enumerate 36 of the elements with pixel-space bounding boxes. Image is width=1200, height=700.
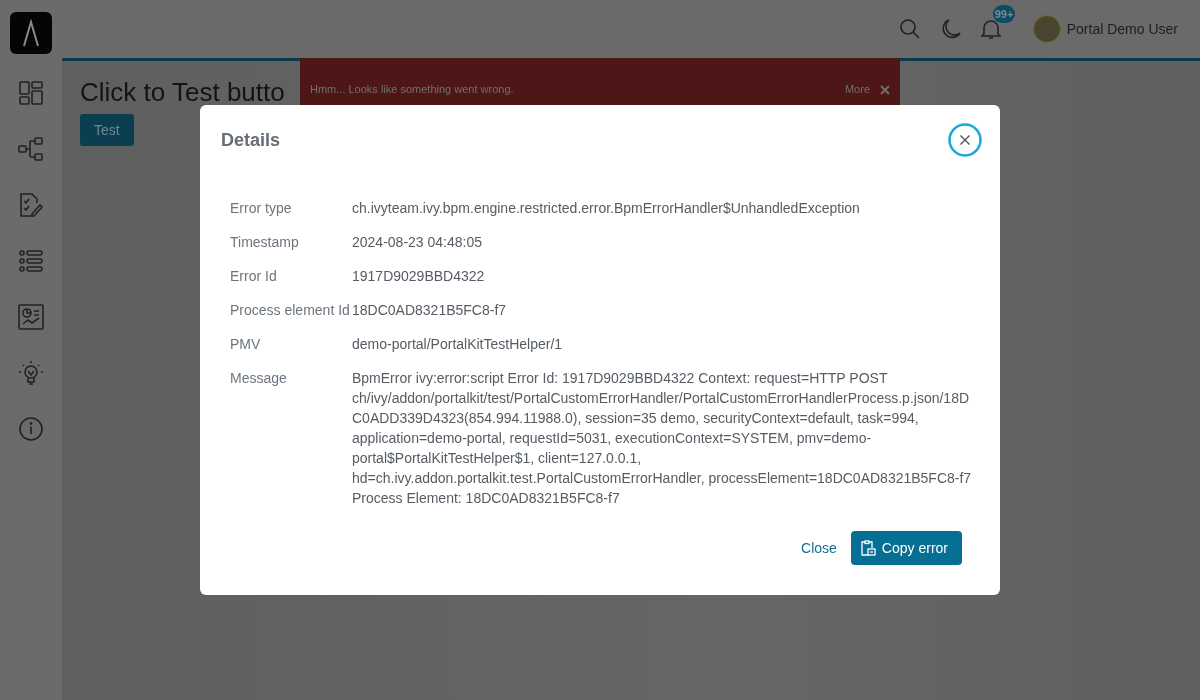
field-label: Message <box>230 369 288 388</box>
info-icon[interactable] <box>18 416 44 442</box>
avatar[interactable] <box>1032 15 1061 43</box>
user-name[interactable]: Portal Demo User <box>1066 21 1178 37</box>
field-value: 1917D9029BBD4322 <box>352 267 486 286</box>
chart-report-icon[interactable] <box>18 304 44 330</box>
error-message: Hmm... Looks like something went wrong. <box>310 83 515 95</box>
field-value: BpmError ivy:error:script Error Id: 1917D9029BBD4322 Context: request=HTTP POST ch/ivy/addon/portalkit/test/PortalCustomErrorHandler/PortalCustomErrorHandlerProcess.p.json/18DC0ADD339D4323(854.994.11988.0), session=35 demo, securityContext=default, task=994, application=demo-portal, requestId=5031, executionContext=SYSTEM, pmv=demo-portal$PortalKitTestHelper$1, client=127.0.0.1, hd=ch.ivy.addon.portalkit.test.PortalCustomErrorHandler, processElement=18DC0AD8321B5FC8-f7 Process Element: 18DC0AD8321B5FC8-f7 <box>352 369 972 508</box>
field-label: Error type <box>230 199 293 218</box>
field-value: demo-portal/PortalKitTestHelper/1 <box>352 335 564 354</box>
field-label: PMV <box>230 335 262 354</box>
field-value: 18DC0AD8321B5FC8-f7 <box>352 301 508 320</box>
checklist-pencil-icon[interactable] <box>18 192 44 218</box>
moon-icon[interactable] <box>940 18 961 40</box>
list-icon[interactable] <box>18 248 44 274</box>
field-label: Process element Id <box>230 301 351 320</box>
page-title: Click to Test butto <box>80 79 286 105</box>
dashboard-icon[interactable] <box>18 80 44 106</box>
field-label: Error Id <box>230 267 278 286</box>
search-icon[interactable] <box>898 18 921 40</box>
dialog-title: Details <box>221 129 281 151</box>
copy-error-button[interactable]: Copy error <box>850 531 962 565</box>
field-value: ch.ivyteam.ivy.bpm.engine.restricted.error.BpmErrorHandler$UnhandledException <box>352 199 861 218</box>
field-label: Timestamp <box>230 233 300 252</box>
close-icon[interactable] <box>880 85 890 95</box>
field-value: 2024-08-23 04:48:05 <box>352 233 483 252</box>
logo-icon[interactable] <box>10 12 52 54</box>
close-link[interactable]: Close <box>801 540 837 556</box>
bell-icon[interactable] <box>980 18 1001 40</box>
more-link[interactable]: More <box>844 83 870 95</box>
close-icon[interactable] <box>948 123 982 157</box>
test-button[interactable]: Test <box>80 114 134 146</box>
clipboard-icon <box>860 540 876 556</box>
notification-badge: 99+ <box>992 5 1016 23</box>
lightbulb-icon[interactable] <box>18 360 44 386</box>
hierarchy-icon[interactable] <box>18 136 44 162</box>
